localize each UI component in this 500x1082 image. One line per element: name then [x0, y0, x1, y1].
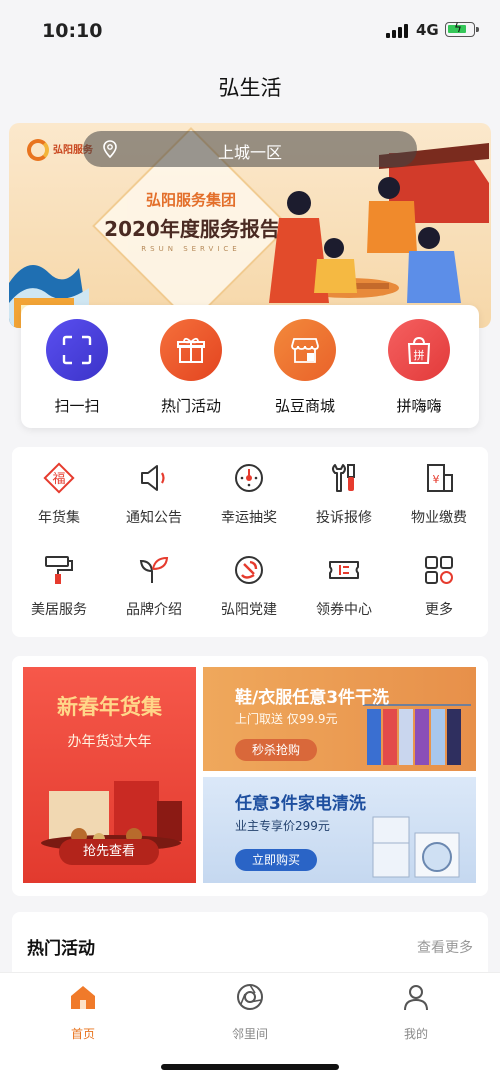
service-property-payment[interactable]: ¥ 物业缴费	[394, 461, 484, 541]
view-more-link[interactable]: 查看更多	[417, 937, 473, 957]
service-label: 通知公告	[126, 510, 182, 526]
payment-icon: ¥	[427, 464, 453, 492]
promo-new-year-goods[interactable]: 新春年货集 办年货过大年 抢先查看	[23, 667, 196, 883]
sprout-icon	[139, 556, 169, 583]
promo-flash-sale-button[interactable]: 秒杀抢购	[235, 739, 317, 761]
location-name: 上城一区	[217, 143, 282, 162]
service-new-year-goods[interactable]: 福 年货集	[14, 461, 104, 541]
service-label: 领券中心	[316, 602, 372, 618]
coupon-icon	[329, 561, 359, 579]
service-label: 投诉报修	[316, 510, 372, 526]
svg-text:拼: 拼	[414, 348, 425, 362]
page-title: 弘生活	[218, 76, 282, 100]
home-indicator[interactable]	[161, 1064, 339, 1070]
group-buy-icon: 拼	[407, 336, 431, 364]
fu-icon: 福	[43, 462, 75, 494]
signal-strength-icon	[386, 24, 410, 38]
paint-roller-icon	[45, 556, 73, 584]
service-label: 弘阳党建	[221, 602, 277, 618]
promo-dry-cleaning[interactable]: 鞋/衣服任意3件干洗 上门取送 仅99.9元 秒杀抢购	[203, 667, 476, 771]
promo-left-button[interactable]: 抢先查看	[59, 839, 159, 865]
quick-actions-card: 扫一扫 热门活动 弘豆商城 拼 拼嗨嗨	[21, 305, 479, 428]
quick-action-label: 扫一扫	[54, 397, 100, 415]
report-banner[interactable]: 弘阳服务集团 2020年度服务报告 RSUN SERVICE 弘阳服务 上城一区	[9, 123, 491, 328]
tab-label: 邻里间	[231, 1027, 268, 1041]
quick-action-label: 热门活动	[160, 397, 221, 415]
service-label: 美居服务	[31, 602, 87, 618]
svg-text:¥: ¥	[433, 473, 440, 486]
promo-title: 任意3件家电清洗	[235, 794, 366, 814]
quick-action-shop[interactable]: 弘豆商城	[256, 319, 356, 419]
party-emblem-icon	[235, 556, 263, 584]
service-label: 年货集	[38, 510, 80, 526]
svg-text:福: 福	[52, 472, 65, 487]
tab-label: 首页	[70, 1027, 95, 1041]
gift-icon	[177, 337, 205, 363]
service-more[interactable]: 更多	[394, 553, 484, 633]
promo-subtitle: 业主专享价299元	[235, 819, 330, 833]
more-grid-icon	[425, 556, 453, 584]
appliances-illustration	[372, 816, 460, 878]
celebration-illustration	[269, 143, 489, 303]
service-label: 品牌介绍	[126, 602, 182, 618]
promo-title: 新春年货集	[57, 695, 162, 719]
section-title: 热门活动	[27, 939, 95, 959]
promo-subtitle: 上门取送 仅99.9元	[235, 712, 338, 726]
promo-appliance-cleaning[interactable]: 任意3件家电清洗 业主专享价299元 立即购买	[203, 777, 476, 883]
service-party-building[interactable]: 弘阳党建	[204, 553, 294, 633]
shop-icon	[291, 338, 319, 363]
tab-profile[interactable]: 我的	[366, 983, 466, 1043]
service-home-decor[interactable]: 美居服务	[14, 553, 104, 633]
location-selector[interactable]: 上城一区	[83, 131, 417, 167]
service-notices[interactable]: 通知公告	[109, 461, 199, 541]
tab-neighborhood[interactable]: 邻里间	[200, 983, 300, 1043]
repair-tools-icon	[332, 464, 355, 492]
status-bar: 10:10 4G ϟ	[0, 0, 500, 62]
quick-action-hot-events[interactable]: 热门活动	[142, 319, 242, 419]
service-lottery[interactable]: 幸运抽奖	[204, 461, 294, 541]
tab-home[interactable]: 首页	[33, 983, 133, 1043]
service-label: 物业缴费	[411, 510, 467, 526]
quick-action-scan[interactable]: 扫一扫	[28, 319, 128, 419]
service-label: 幸运抽奖	[221, 510, 277, 526]
service-complaint-repair[interactable]: 投诉报修	[299, 461, 389, 541]
quick-action-label: 拼嗨嗨	[396, 397, 442, 415]
lottery-wheel-icon	[235, 464, 263, 492]
speaker-icon	[141, 465, 165, 491]
tab-label: 我的	[403, 1027, 428, 1041]
promo-buy-now-button[interactable]: 立即购买	[235, 849, 317, 871]
services-grid: 福 年货集 通知公告 幸运抽奖 投诉报修 ¥ 物业缴费 美居服务 品牌介绍 弘阳…	[12, 447, 488, 637]
clothes-rack-illustration	[363, 704, 471, 765]
neighborhood-icon	[237, 984, 263, 1010]
network-type: 4G	[416, 21, 439, 39]
quick-action-label: 弘豆商城	[274, 397, 335, 415]
service-coupon-center[interactable]: 领券中心	[299, 553, 389, 633]
logo-mark-icon	[27, 139, 49, 161]
profile-icon	[404, 985, 428, 1011]
service-label: 更多	[425, 602, 453, 618]
promotions-card: 新春年货集 办年货过大年 抢先查看 鞋/衣服任意3件干洗 上门取送 仅99.9元…	[12, 656, 488, 896]
scan-icon	[62, 335, 92, 365]
quick-action-group-buy[interactable]: 拼 拼嗨嗨	[370, 319, 470, 419]
status-time: 10:10	[42, 20, 103, 42]
battery-charging-icon: ϟ	[445, 21, 479, 37]
promo-title: 鞋/衣服任意3件干洗	[235, 688, 390, 708]
promo-subtitle: 办年货过大年	[67, 734, 152, 750]
home-icon	[71, 986, 95, 1009]
service-brand-intro[interactable]: 品牌介绍	[109, 553, 199, 633]
